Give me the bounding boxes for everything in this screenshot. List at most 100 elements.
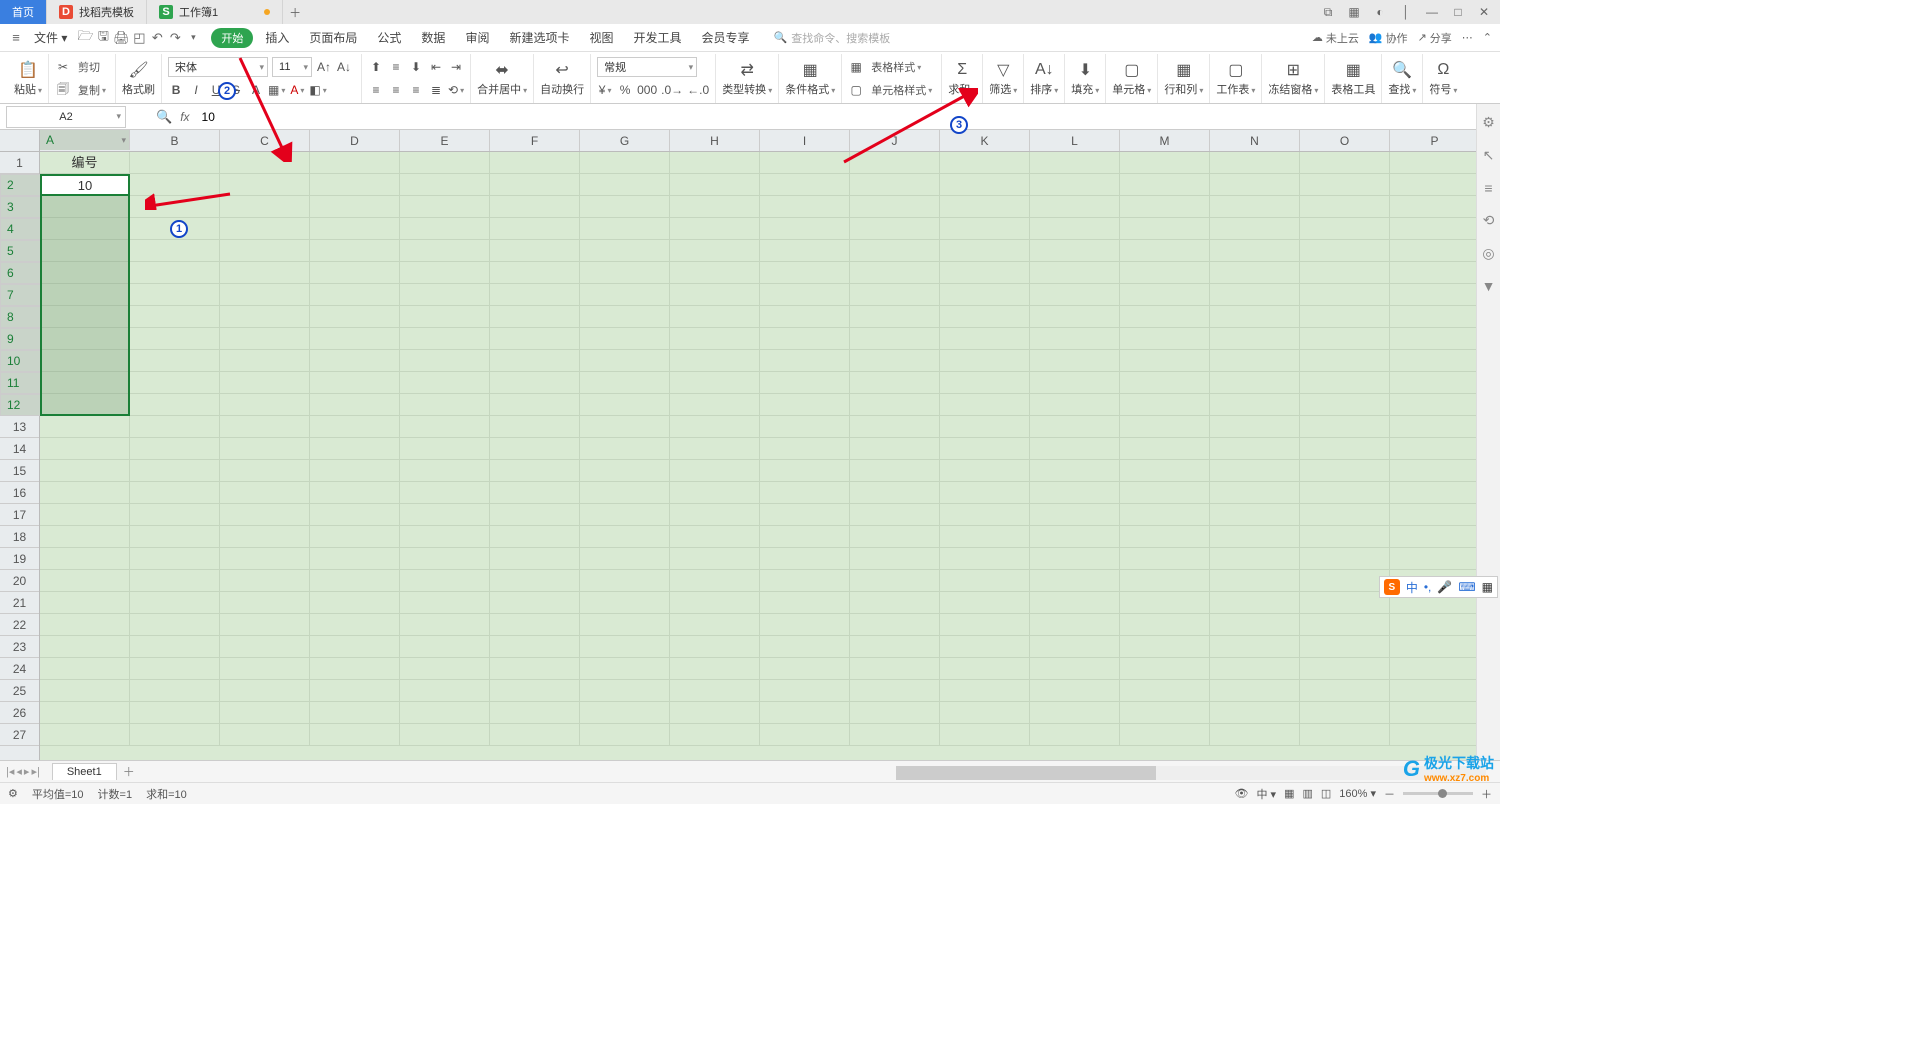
tab-home[interactable]: 首页 [0, 0, 47, 24]
cell-B19[interactable] [130, 548, 220, 570]
cell-F11[interactable] [490, 372, 580, 394]
cell-H1[interactable] [670, 152, 760, 174]
cell-K26[interactable] [940, 702, 1030, 724]
indent-inc-icon[interactable]: ⇥ [448, 58, 464, 76]
cell-J5[interactable] [850, 240, 940, 262]
status-options-icon[interactable]: ⚙ [8, 787, 18, 800]
cell-K5[interactable] [940, 240, 1030, 262]
table-style-button[interactable]: 表格样式 [868, 58, 924, 76]
chinese-mode-icon[interactable]: 中 ▾ [1256, 786, 1276, 802]
col-header-A[interactable]: A [40, 130, 130, 150]
cell-B4[interactable] [130, 218, 220, 240]
cell-N25[interactable] [1210, 680, 1300, 702]
currency-icon[interactable]: ¥ [597, 81, 613, 99]
row-header-1[interactable]: 1 [0, 152, 39, 174]
cell-D5[interactable] [310, 240, 400, 262]
cell-P4[interactable] [1390, 218, 1480, 240]
zoom-in-button[interactable]: ＋ [1481, 786, 1492, 802]
cell-A3[interactable] [40, 196, 130, 218]
cell-K25[interactable] [940, 680, 1030, 702]
freeze-button[interactable]: ⊞冻结窗格 [1262, 54, 1325, 103]
collab-button[interactable]: 👥 协作 [1369, 30, 1408, 46]
row-header-26[interactable]: 26 [0, 702, 39, 724]
cell-O16[interactable] [1300, 482, 1390, 504]
sheet-nav-first[interactable]: |◂ [6, 765, 14, 778]
cell-D15[interactable] [310, 460, 400, 482]
cell-P12[interactable] [1390, 394, 1480, 416]
cell-P18[interactable] [1390, 526, 1480, 548]
cell-O4[interactable] [1300, 218, 1390, 240]
cell-L6[interactable] [1030, 262, 1120, 284]
cell-H6[interactable] [670, 262, 760, 284]
cell-I12[interactable] [760, 394, 850, 416]
strike-button[interactable]: S [228, 81, 244, 99]
cell-L16[interactable] [1030, 482, 1120, 504]
cell-O7[interactable] [1300, 284, 1390, 306]
cell-B20[interactable] [130, 570, 220, 592]
cell-N12[interactable] [1210, 394, 1300, 416]
cell-E16[interactable] [400, 482, 490, 504]
cell-N8[interactable] [1210, 306, 1300, 328]
cell-K8[interactable] [940, 306, 1030, 328]
cell-N22[interactable] [1210, 614, 1300, 636]
grow-font-icon[interactable]: A↑ [316, 58, 332, 76]
cell-F20[interactable] [490, 570, 580, 592]
view-page-icon[interactable]: ▥ [1302, 787, 1312, 800]
cell-I23[interactable] [760, 636, 850, 658]
cell-I5[interactable] [760, 240, 850, 262]
cell-C13[interactable] [220, 416, 310, 438]
cell-K15[interactable] [940, 460, 1030, 482]
cell-B23[interactable] [130, 636, 220, 658]
wrap-text-button[interactable]: ↩自动换行 [534, 54, 591, 103]
cell-B7[interactable] [130, 284, 220, 306]
cell-G6[interactable] [580, 262, 670, 284]
cell-L2[interactable] [1030, 174, 1120, 196]
cell-H4[interactable] [670, 218, 760, 240]
cell-D12[interactable] [310, 394, 400, 416]
filter-button[interactable]: ▽筛选 [983, 54, 1024, 103]
cell-P6[interactable] [1390, 262, 1480, 284]
cell-J26[interactable] [850, 702, 940, 724]
cell-L10[interactable] [1030, 350, 1120, 372]
cell-A19[interactable] [40, 548, 130, 570]
align-left-icon[interactable]: ≡ [368, 81, 384, 99]
cell-G1[interactable] [580, 152, 670, 174]
cell-L21[interactable] [1030, 592, 1120, 614]
cell-M12[interactable] [1120, 394, 1210, 416]
col-header-C[interactable]: C [220, 130, 310, 151]
cell-L19[interactable] [1030, 548, 1120, 570]
cell-C27[interactable] [220, 724, 310, 746]
cell-C19[interactable] [220, 548, 310, 570]
cell-I19[interactable] [760, 548, 850, 570]
cell-L12[interactable] [1030, 394, 1120, 416]
location-icon[interactable]: ◎ [1482, 245, 1494, 262]
cell-B24[interactable] [130, 658, 220, 680]
cell-N26[interactable] [1210, 702, 1300, 724]
cell-B18[interactable] [130, 526, 220, 548]
cell-B8[interactable] [130, 306, 220, 328]
cell-L11[interactable] [1030, 372, 1120, 394]
cell-L15[interactable] [1030, 460, 1120, 482]
cell-M22[interactable] [1120, 614, 1210, 636]
cell-H22[interactable] [670, 614, 760, 636]
cell-M16[interactable] [1120, 482, 1210, 504]
cell-G26[interactable] [580, 702, 670, 724]
cell-K3[interactable] [940, 196, 1030, 218]
cell-B5[interactable] [130, 240, 220, 262]
cell-E10[interactable] [400, 350, 490, 372]
cell-H15[interactable] [670, 460, 760, 482]
cell-H21[interactable] [670, 592, 760, 614]
cell-O8[interactable] [1300, 306, 1390, 328]
align-top-icon[interactable]: ⬆ [368, 58, 384, 76]
cell-M7[interactable] [1120, 284, 1210, 306]
cell-H20[interactable] [670, 570, 760, 592]
cell-P13[interactable] [1390, 416, 1480, 438]
cell-B12[interactable] [130, 394, 220, 416]
cell-E24[interactable] [400, 658, 490, 680]
cell-A22[interactable] [40, 614, 130, 636]
undo-icon[interactable]: ↶ [149, 30, 165, 46]
cell-K2[interactable] [940, 174, 1030, 196]
cell-K22[interactable] [940, 614, 1030, 636]
cell-H26[interactable] [670, 702, 760, 724]
cell-F10[interactable] [490, 350, 580, 372]
